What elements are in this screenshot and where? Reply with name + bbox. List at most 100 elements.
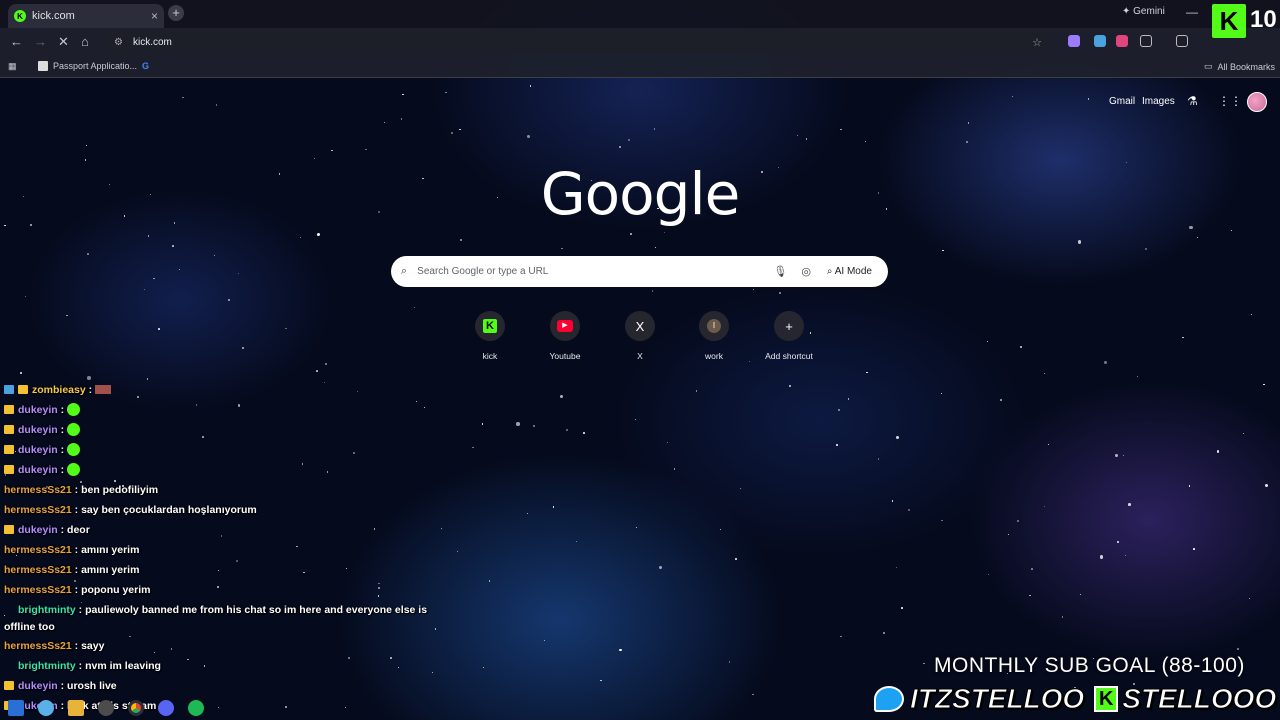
bookmark-star-icon[interactable]: ☆: [1032, 36, 1042, 49]
star: [1117, 541, 1119, 543]
star: [560, 395, 563, 398]
app-icon[interactable]: [38, 700, 54, 716]
star: [966, 140, 969, 143]
apps-grid-icon[interactable]: ▦: [8, 61, 17, 72]
star: [923, 662, 925, 665]
kick-handle: STELLOOO: [1122, 683, 1277, 715]
close-tab-icon[interactable]: ×: [151, 9, 158, 23]
star: [413, 307, 415, 309]
images-link[interactable]: Images: [1142, 96, 1175, 107]
star: [441, 527, 443, 529]
address-bar[interactable]: ⚙ kick.com ☆: [104, 31, 1052, 53]
star: [87, 253, 89, 255]
star: [313, 157, 315, 159]
star: [515, 422, 520, 426]
start-icon[interactable]: [8, 700, 24, 716]
star: [316, 235, 319, 237]
bookmark-google[interactable]: G: [142, 61, 149, 71]
star: [901, 607, 904, 610]
star: [1087, 98, 1090, 101]
chrome-icon[interactable]: [128, 700, 144, 716]
extension-icon[interactable]: [1094, 35, 1106, 47]
all-bookmarks-button[interactable]: ▭ All Bookmarks: [1204, 61, 1275, 72]
search-box[interactable]: ⌕ Search Google or type a URL 🎙 ◎ ⌕ AI M…: [391, 256, 888, 287]
star: [66, 314, 68, 317]
shortcut-youtube[interactable]: ▶ Youtube: [528, 311, 602, 361]
gemini-button[interactable]: ✦ Gemini: [1122, 6, 1165, 17]
kick-emote-icon: [67, 423, 81, 436]
kick-emote-icon: [67, 443, 81, 456]
star: [651, 290, 654, 292]
site-info-icon[interactable]: ⚙: [114, 37, 123, 48]
spotify-icon[interactable]: [188, 700, 204, 716]
minimize-button[interactable]: —: [1186, 5, 1198, 19]
youtube-icon: ▶: [550, 311, 580, 341]
home-icon[interactable]: ⌂: [81, 34, 89, 49]
browser-tab[interactable]: K kick.com ×: [8, 4, 164, 28]
star: [1114, 453, 1118, 457]
new-tab-button[interactable]: +: [168, 5, 184, 21]
star: [575, 541, 577, 543]
star: [444, 91, 447, 94]
star: [1145, 248, 1148, 250]
bookmark-passport[interactable]: Passport Applicatio...: [38, 61, 137, 71]
add-shortcut-button[interactable]: + Add shortcut: [752, 311, 826, 361]
star: [695, 390, 698, 392]
subscriber-badge-icon: [4, 385, 14, 394]
viewer-count: 10: [1250, 6, 1277, 33]
social-handles: ITZSTELLOO K STELLOOO: [874, 682, 1277, 716]
obs-icon[interactable]: [98, 700, 114, 716]
star: [1263, 383, 1265, 386]
sub-badge-icon: [4, 405, 14, 414]
star: [147, 235, 150, 237]
ai-mode-button[interactable]: ⌕ AI Mode: [821, 262, 878, 281]
star: [1243, 432, 1245, 434]
star: [1188, 485, 1191, 487]
shortcut-work[interactable]: I work: [677, 311, 751, 361]
star: [552, 506, 554, 508]
kick-icon: K: [1094, 686, 1119, 712]
microphone-icon[interactable]: 🎙: [773, 265, 787, 278]
search-icon: ⌕: [401, 265, 408, 277]
star: [213, 255, 216, 257]
shortcut-x[interactable]: X X: [603, 311, 677, 361]
star: [600, 679, 602, 682]
star: [941, 392, 943, 394]
star: [840, 635, 842, 638]
star: [1193, 548, 1195, 550]
chat-message: dukeyin :: [4, 440, 434, 460]
stop-icon[interactable]: ✕: [58, 34, 69, 50]
ai-mode-icon: ⌕: [826, 266, 835, 277]
search-placeholder: Search Google or type a URL: [417, 266, 549, 277]
star: [720, 528, 722, 530]
star: [241, 346, 244, 349]
star: [144, 288, 146, 291]
stream-chat-overlay: zombieasy : dukeyin : dukeyin : dukeyin …: [4, 380, 434, 716]
gmail-link[interactable]: Gmail: [1109, 96, 1135, 107]
google-lens-icon[interactable]: ◎: [801, 265, 811, 278]
folder-icon[interactable]: [68, 700, 84, 716]
shortcut-kick[interactable]: K kick: [453, 311, 527, 361]
shield-extension-icon[interactable]: [1116, 35, 1128, 47]
forward-icon[interactable]: →: [34, 34, 47, 49]
chat-message: dukeyin :: [4, 420, 434, 440]
labs-flask-icon[interactable]: ⚗: [1187, 94, 1198, 108]
profile-window-icon[interactable]: [1176, 35, 1188, 47]
star: [1251, 313, 1253, 315]
extension-icon[interactable]: [1068, 35, 1080, 47]
star: [434, 628, 437, 630]
extensions-puzzle-icon[interactable]: [1140, 35, 1152, 47]
chat-message: hermessSs21 : amını yerim: [4, 544, 140, 556]
avatar[interactable]: [1247, 92, 1267, 112]
google-apps-icon[interactable]: ⋮⋮: [1218, 94, 1242, 108]
back-icon[interactable]: ←: [10, 34, 23, 49]
star: [654, 247, 656, 249]
sub-badge-icon: [4, 525, 14, 534]
discord-icon[interactable]: [158, 700, 174, 716]
star: [635, 526, 638, 529]
twitter-icon: [874, 686, 904, 712]
star: [908, 508, 911, 511]
star: [789, 385, 792, 388]
sword-badge-icon: [4, 605, 14, 614]
star: [182, 96, 184, 99]
